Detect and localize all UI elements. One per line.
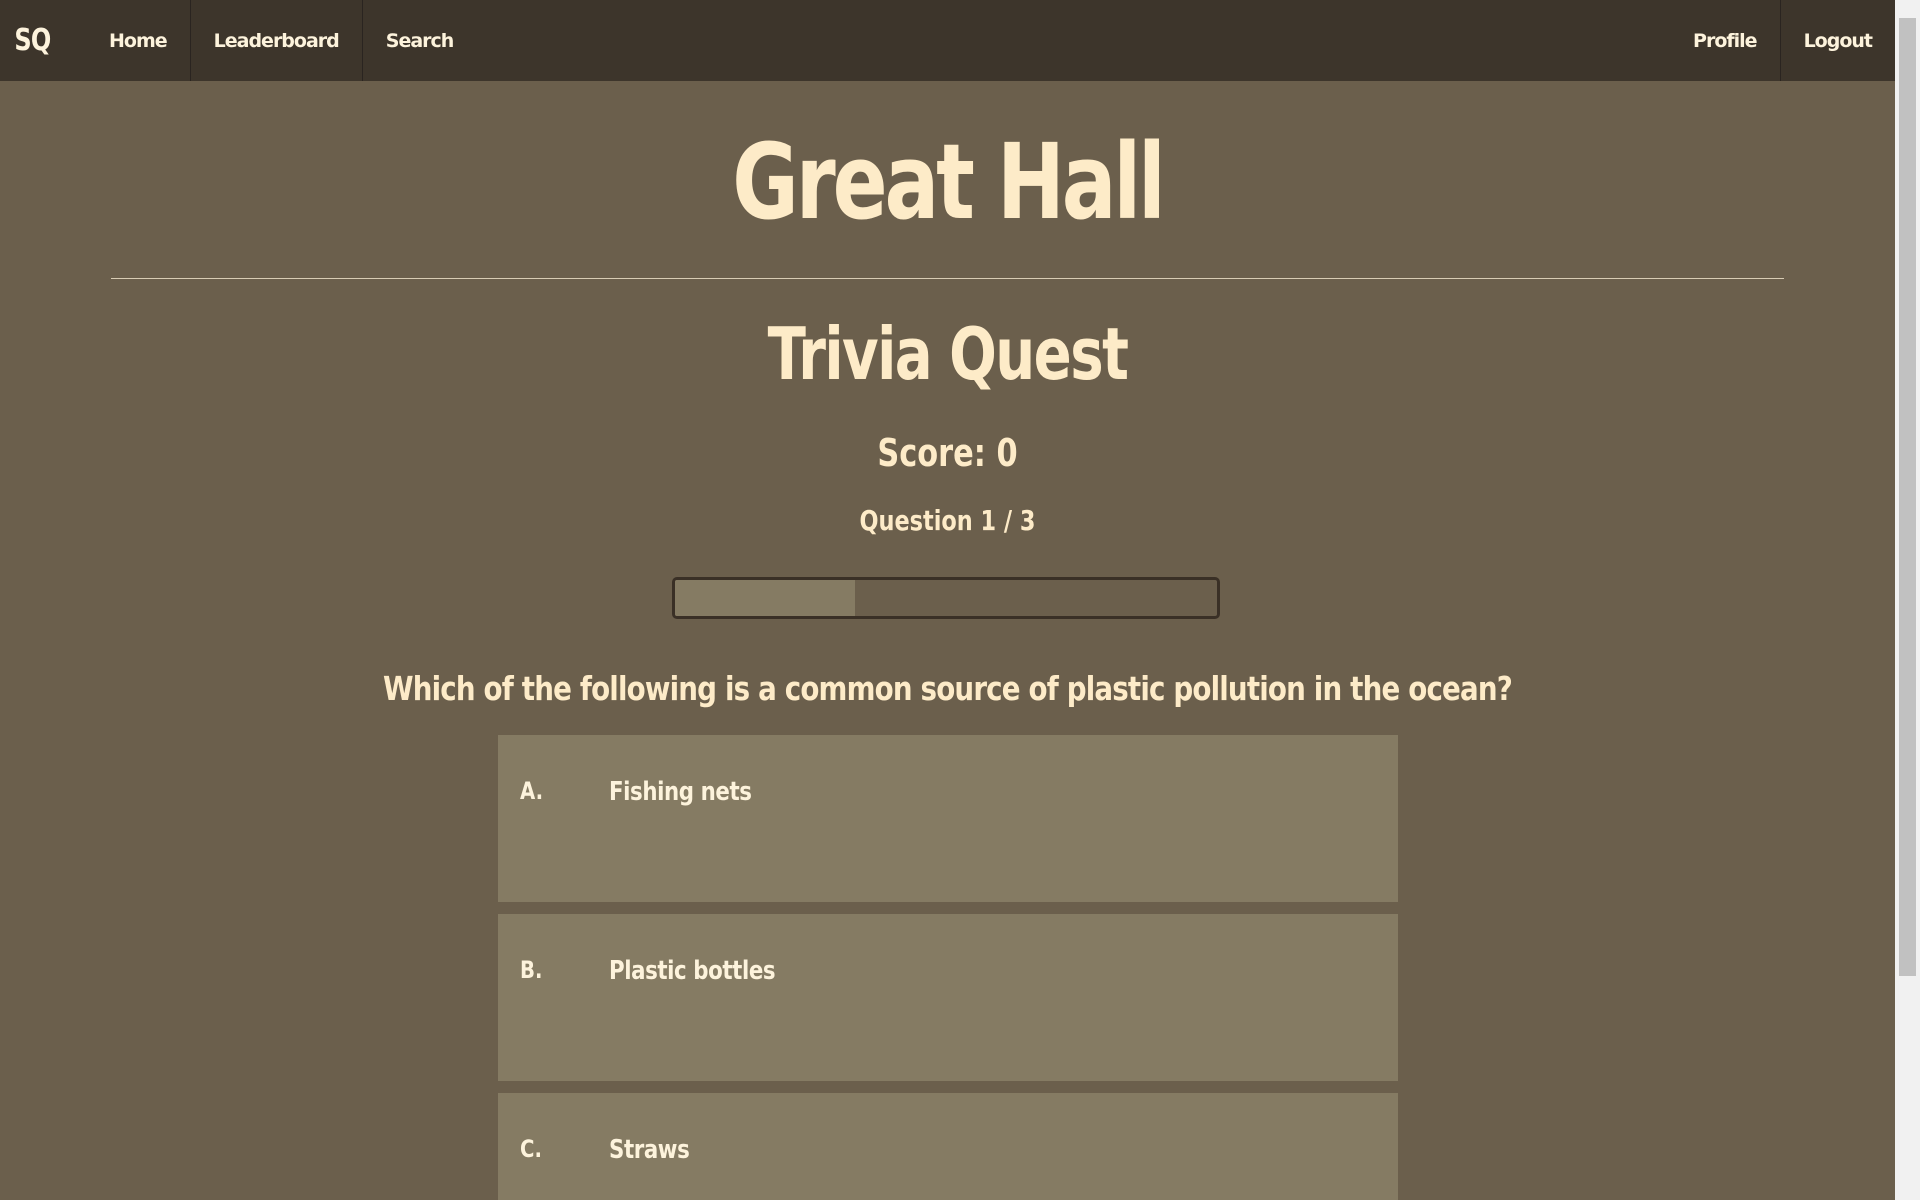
brand-logo[interactable]: SQ (0, 0, 59, 81)
progress-fill (675, 580, 856, 616)
page-scrollbar[interactable] (1895, 0, 1920, 1200)
answer-option-c[interactable]: C. Straws (498, 1093, 1398, 1200)
nav-left: SQ Home Leaderboard Search (0, 0, 476, 81)
quiz-progress-bar (672, 577, 1220, 619)
nav-leaderboard-link[interactable]: Leaderboard (189, 0, 362, 81)
question-counter: Question 1 / 3 (859, 504, 1036, 537)
nav-profile-link[interactable]: Profile (1670, 0, 1780, 81)
nav-logout-link[interactable]: Logout (1779, 0, 1895, 81)
scrollbar-thumb[interactable] (1899, 18, 1916, 976)
page-title: Great Hall (732, 121, 1166, 243)
question-text: Which of the following is a common sourc… (382, 669, 1513, 708)
score-display: Score: 0 (877, 431, 1018, 475)
answer-option-b[interactable]: B. Plastic bottles (498, 914, 1398, 1081)
answer-text: Straws (609, 1135, 690, 1165)
answer-letter: A. (520, 777, 544, 805)
title-divider (111, 278, 1784, 279)
nav-search-link[interactable]: Search (361, 0, 477, 81)
answer-text: Fishing nets (609, 777, 752, 807)
answer-option-a[interactable]: A. Fishing nets (498, 735, 1398, 902)
nav-home-link[interactable]: Home (74, 0, 190, 81)
page-viewport: SQ Home Leaderboard Search Profile Logou… (0, 0, 1895, 1200)
answer-text: Plastic bottles (609, 956, 776, 986)
answer-letter: B. (520, 956, 543, 984)
answer-letter: C. (520, 1135, 542, 1163)
quiz-title: Trivia Quest (767, 312, 1129, 396)
top-navbar: SQ Home Leaderboard Search Profile Logou… (0, 0, 1895, 81)
nav-right: Profile Logout (1670, 0, 1895, 81)
